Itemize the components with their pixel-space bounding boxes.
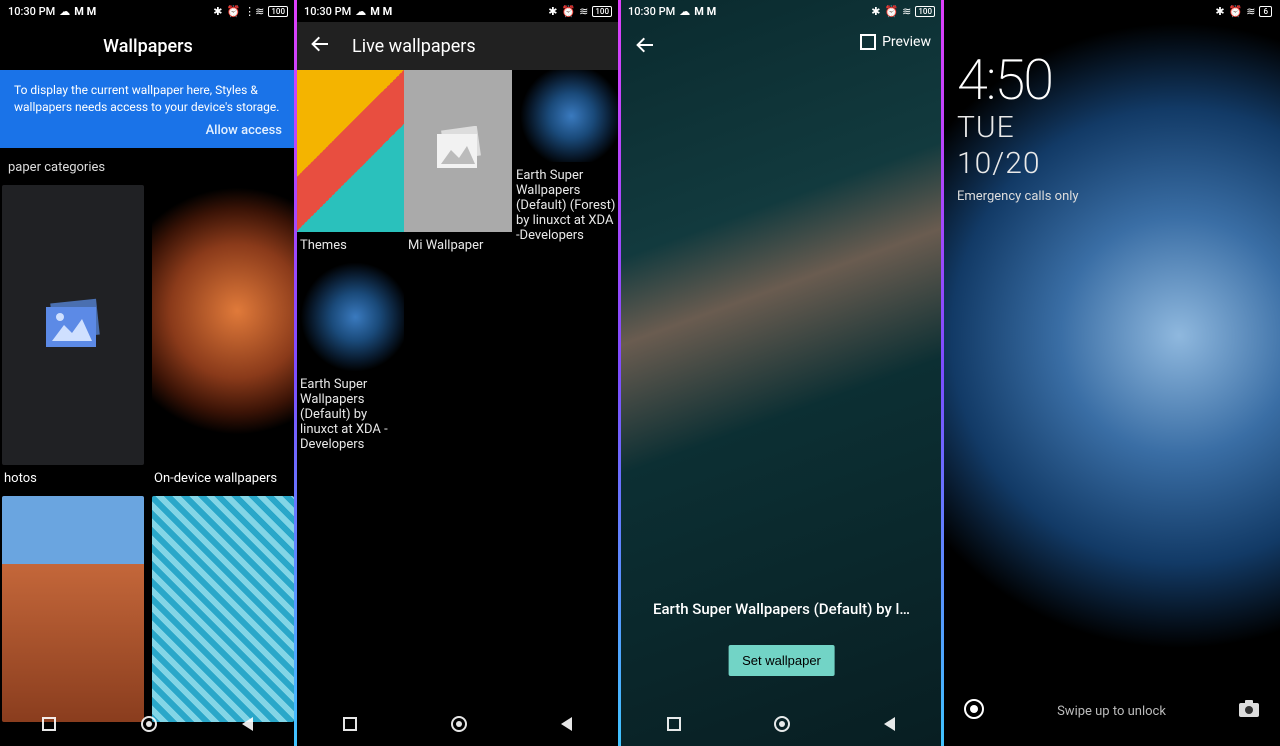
lw-mi-wallpaper[interactable]: Mi Wallpaper [404,70,512,263]
bt-icon: ✱ [213,5,222,18]
home-indicator-icon[interactable] [963,698,985,724]
status-time: 10:30 PM [304,5,351,18]
checkbox-icon [860,34,876,50]
nav-recents[interactable] [342,716,358,736]
wifi-icon: ≋ [1246,5,1255,18]
divider [941,0,944,746]
section-title: paper categories [0,148,296,185]
lw-earth-default[interactable]: Earth Super Wallpapers (Default) by linu… [296,263,404,462]
title-text: Wallpapers [103,36,193,57]
m-icon: M M [694,5,716,18]
screen-wallpaper-preview: 10:30 PM ☁ M M ✱ ⏰ ≋ 100 Preview Earth S… [620,0,943,746]
wallpaper-arch[interactable] [2,496,144,722]
lock-bottom-row: Swipe up to unlock [943,698,1280,724]
nav-back[interactable] [560,716,574,736]
alarm-icon: ⏰ [561,5,575,18]
toolbar: Live wallpapers [296,22,620,70]
nav-back[interactable] [241,716,255,736]
category-label: On-device wallpapers [152,465,294,496]
status-bar: 10:30 PM ☁ M M ✱ ⏰ ≋ 100 [296,0,620,22]
cloud-icon: ☁ [679,5,690,18]
clock-date: 10/20 [957,148,1079,180]
page-title: Wallpapers [0,22,296,70]
screen-wallpapers: 10:30 PM ☁ M M ✱ ⏰ ⋮≋ 100 Wallpapers To … [0,0,296,746]
lw-earth-forest[interactable]: Earth Super Wallpapers (Default) (Forest… [512,70,620,263]
alarm-icon: ⏰ [884,5,898,18]
bt-icon: ✱ [1215,5,1224,18]
nav-home[interactable] [773,715,791,737]
bt-icon: ✱ [871,5,880,18]
screen-live-wallpapers: 10:30 PM ☁ M M ✱ ⏰ ≋ 100 Live wallpapers… [296,0,620,746]
preview-toggle[interactable]: Preview [860,34,931,50]
photo-stack-icon [431,126,485,176]
emergency-text: Emergency calls only [957,189,1079,204]
category-my-photos[interactable]: hotos [2,185,144,496]
status-bar: 10:30 PM ☁ M M ✱ ⏰ ⋮≋ 100 [0,0,296,22]
wallpaper-glass[interactable] [152,496,294,722]
category-on-device[interactable]: On-device wallpapers [152,185,294,496]
nav-bar [620,706,943,746]
nav-home[interactable] [450,715,468,737]
nav-home[interactable] [140,715,158,737]
divider [618,0,621,746]
nav-back[interactable] [883,716,897,736]
nav-bar [0,706,296,746]
wifi-icon: ≋ [579,5,588,18]
battery-icon: 100 [592,6,612,17]
m-icon: M M [74,5,96,18]
nav-bar [296,706,620,746]
nav-recents[interactable] [41,716,57,736]
wifi-icon: ≋ [902,5,911,18]
wallpaper-preview-bg [620,0,943,746]
status-time: 10:30 PM [628,5,675,18]
cloud-icon: ☁ [355,5,366,18]
battery-icon: 100 [915,6,935,17]
preview-label: Preview [882,34,931,50]
battery-icon: 100 [268,6,288,17]
photos-icon [38,297,108,353]
battery-icon: 6 [1259,6,1272,17]
wifi-icon: ⋮≋ [244,5,264,18]
lock-clock: 4:50 TUE 10/20 Emergency calls only [957,52,1079,204]
category-label: hotos [2,465,144,496]
nav-recents[interactable] [666,716,682,736]
divider [294,0,297,746]
cloud-icon: ☁ [59,5,70,18]
lw-label: Earth Super Wallpapers (Default) (Forest… [512,162,620,253]
back-icon[interactable] [310,34,330,59]
swipe-hint: Swipe up to unlock [1057,704,1166,719]
screen-lockscreen: ✱ ⏰ ≋ 6 4:50 TUE 10/20 Emergency calls o… [943,0,1280,746]
clock-day: TUE [957,112,1079,144]
status-bar: ✱ ⏰ ≋ 6 [943,0,1280,22]
alarm-icon: ⏰ [226,5,240,18]
allow-access-link[interactable]: Allow access [14,122,282,140]
banner-text: To display the current wallpaper here, S… [14,82,282,116]
back-icon[interactable] [634,34,656,60]
lw-themes[interactable]: Themes [296,70,404,263]
page-title: Live wallpapers [352,36,476,57]
lw-label: Mi Wallpaper [404,232,512,263]
set-wallpaper-button[interactable]: Set wallpaper [728,645,835,676]
bt-icon: ✱ [548,5,557,18]
clock-time: 4:50 [957,52,1079,108]
wallpaper-title: Earth Super Wallpapers (Default) by l… [620,600,943,618]
m-icon: M M [370,5,392,18]
lw-label: Themes [296,232,404,263]
lw-label: Earth Super Wallpapers (Default) by linu… [296,371,404,462]
status-bar: 10:30 PM ☁ M M ✱ ⏰ ≋ 100 [620,0,943,22]
alarm-icon: ⏰ [1229,5,1243,18]
camera-icon[interactable] [1238,699,1260,723]
storage-banner: To display the current wallpaper here, S… [0,70,296,148]
status-time: 10:30 PM [8,5,55,18]
